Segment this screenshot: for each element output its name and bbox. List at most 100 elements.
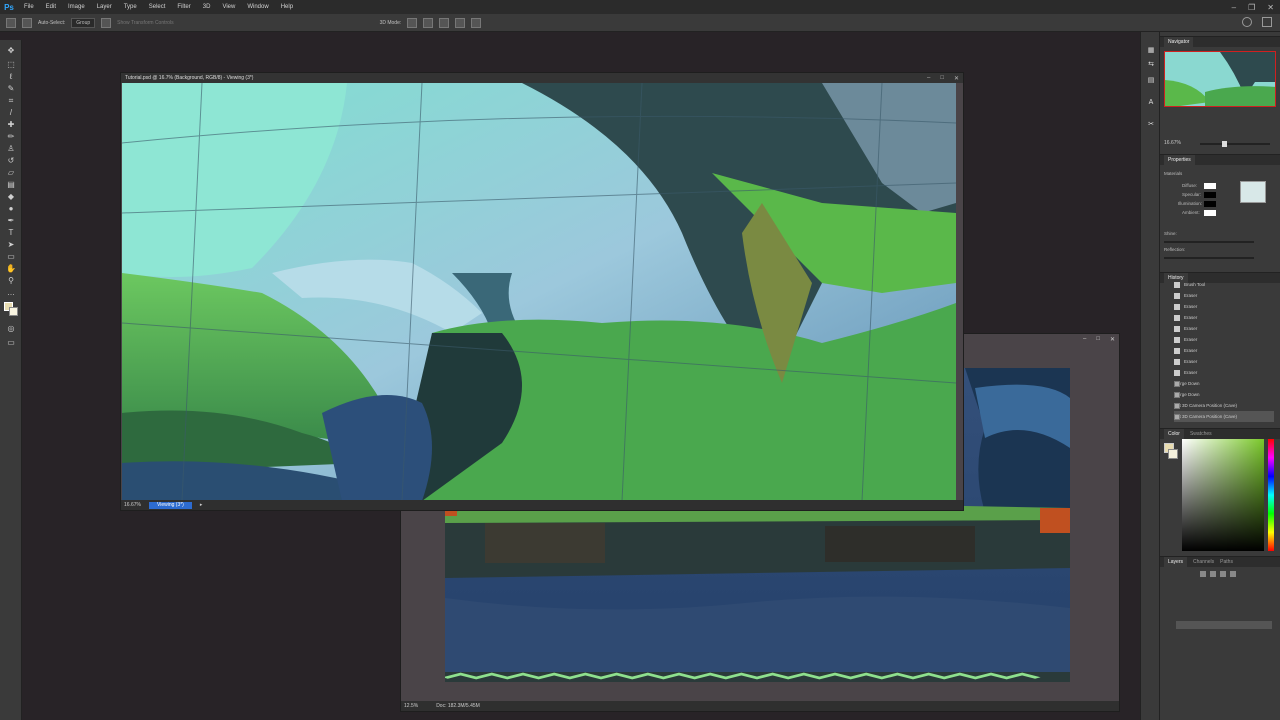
specular-swatch[interactable]	[1204, 192, 1216, 198]
history-item[interactable]: Merge Down	[1174, 378, 1274, 389]
3d-scale-icon[interactable]	[471, 17, 482, 28]
navigator-zoom-slider[interactable]	[1200, 141, 1270, 147]
doc2-zoom[interactable]: 12.5%	[404, 703, 418, 709]
lock-position-icon[interactable]	[1210, 571, 1216, 577]
pen-icon[interactable]: ✒	[5, 216, 17, 226]
close-icon[interactable]: ✕	[1267, 3, 1274, 12]
3d-roll-icon[interactable]	[423, 17, 434, 28]
navigator-thumbnail[interactable]	[1164, 51, 1276, 107]
history-item[interactable]: Brush Tool	[1174, 279, 1274, 290]
doc-maximize-icon[interactable]: □	[940, 75, 944, 81]
menu-select[interactable]: Select	[143, 4, 172, 10]
doc-close-icon[interactable]: ✕	[954, 75, 959, 82]
lock-all-icon[interactable]	[1230, 571, 1236, 577]
tab-properties[interactable]: Properties	[1164, 155, 1195, 165]
menu-help[interactable]: Help	[275, 4, 299, 10]
tab-channels[interactable]: Channels	[1193, 559, 1214, 565]
brush-icon[interactable]: ✏	[5, 132, 17, 142]
path-select-icon[interactable]: ➤	[5, 240, 17, 250]
properties-dock-icon[interactable]: ▦	[1146, 46, 1156, 56]
menu-filter[interactable]: Filter	[171, 4, 196, 10]
menu-3d[interactable]: 3D	[197, 4, 217, 10]
menu-image[interactable]: Image	[62, 4, 91, 10]
doc2-minimize-icon[interactable]: –	[1083, 336, 1086, 342]
type-icon[interactable]: T	[5, 228, 17, 238]
history-item-selected[interactable]: Set 3D Camera Position (Cave)	[1174, 411, 1274, 422]
tab-color[interactable]: Color	[1164, 429, 1184, 439]
menu-type[interactable]: Type	[118, 4, 143, 10]
history-item[interactable]: Eraser	[1174, 312, 1274, 323]
screen-mode-icon[interactable]: ▭	[5, 338, 17, 348]
lasso-icon[interactable]: ℓ	[5, 72, 17, 82]
history-item[interactable]: Eraser	[1174, 367, 1274, 378]
history-brush-icon[interactable]: ↺	[5, 156, 17, 166]
history-item[interactable]: Eraser	[1174, 334, 1274, 345]
minimize-icon[interactable]: –	[1232, 3, 1236, 12]
3d-pan-icon[interactable]	[439, 17, 450, 28]
doc-minimize-icon[interactable]: –	[927, 75, 930, 81]
actions-dock-icon[interactable]: ▤	[1146, 76, 1156, 86]
adjustments-dock-icon[interactable]: ⇆	[1146, 60, 1156, 70]
doc2-maximize-icon[interactable]: □	[1096, 336, 1100, 342]
clone-stamp-icon[interactable]: ♙	[5, 144, 17, 154]
doc-status-tab[interactable]: Viewing (3*)	[148, 501, 192, 509]
history-item[interactable]: Eraser	[1174, 301, 1274, 312]
restore-icon[interactable]: ❐	[1248, 3, 1255, 12]
main-canvas[interactable]	[122, 83, 956, 501]
history-item[interactable]: Eraser	[1174, 323, 1274, 334]
doc-status-arrow-icon[interactable]: ▸	[200, 502, 203, 508]
menu-file[interactable]: File	[18, 4, 40, 10]
hand-icon[interactable]: ✋	[5, 264, 17, 274]
shine-slider[interactable]	[1164, 241, 1254, 243]
move-tool-icon[interactable]	[6, 17, 16, 28]
blur-icon[interactable]: ◆	[5, 192, 17, 202]
marquee-icon[interactable]: ⬚	[5, 60, 17, 70]
eyedropper-icon[interactable]: /	[5, 108, 17, 118]
eraser-icon[interactable]: ▱	[5, 168, 17, 178]
character-dock-icon[interactable]: A	[1146, 98, 1156, 108]
search-icon[interactable]	[1242, 17, 1252, 27]
3d-rotate-icon[interactable]	[407, 17, 418, 28]
color-bg-swatch[interactable]	[1168, 449, 1178, 459]
navigator-zoom-knob[interactable]	[1222, 141, 1227, 147]
shape-icon[interactable]: ▭	[5, 252, 17, 262]
tab-navigator[interactable]: Navigator	[1164, 37, 1194, 47]
lock-artboard-icon[interactable]	[1220, 571, 1226, 577]
show-transform-checkbox[interactable]	[101, 17, 112, 28]
tab-swatches[interactable]: Swatches	[1190, 431, 1212, 437]
quick-mask-icon[interactable]: ◎	[5, 324, 17, 334]
tools-preset-dock-icon[interactable]: ✂	[1146, 120, 1156, 130]
workspace-icon[interactable]	[1262, 17, 1272, 27]
zoom-icon[interactable]: ⚲	[5, 276, 17, 286]
tab-layers[interactable]: Layers	[1164, 557, 1188, 567]
history-item[interactable]: Eraser	[1174, 356, 1274, 367]
menu-window[interactable]: Window	[241, 4, 274, 10]
color-picker-field[interactable]	[1182, 439, 1264, 551]
doc2-close-icon[interactable]: ✕	[1110, 336, 1115, 343]
reflection-slider[interactable]	[1164, 257, 1254, 259]
menu-layer[interactable]: Layer	[91, 4, 118, 10]
3d-slide-icon[interactable]	[455, 17, 466, 28]
doc-title-bar[interactable]: Tutorial.psd @ 16.7% (Background, RGB/8)…	[121, 73, 963, 83]
menu-edit[interactable]: Edit	[40, 4, 62, 10]
healing-icon[interactable]: ✚	[5, 120, 17, 130]
crop-icon[interactable]: ⌗	[5, 96, 17, 106]
quick-select-icon[interactable]: ✎	[5, 84, 17, 94]
hue-slider[interactable]	[1268, 439, 1274, 551]
history-item[interactable]: Eraser	[1174, 290, 1274, 301]
menu-view[interactable]: View	[216, 4, 241, 10]
move-icon[interactable]: ✥	[5, 46, 17, 56]
history-item[interactable]: Eraser	[1174, 345, 1274, 356]
lock-pixels-icon[interactable]	[1200, 571, 1206, 577]
history-item[interactable]: Merge Down	[1174, 389, 1274, 400]
diffuse-swatch[interactable]	[1204, 183, 1216, 189]
dodge-icon[interactable]: ●	[5, 204, 17, 214]
doc-zoom[interactable]: 16.67%	[124, 502, 141, 508]
illumination-swatch[interactable]	[1204, 201, 1216, 207]
history-item[interactable]: Set 3D Camera Position (Cave)	[1174, 400, 1274, 411]
document-window-main[interactable]: Tutorial.psd @ 16.7% (Background, RGB/8)…	[120, 72, 964, 511]
material-preview[interactable]	[1240, 181, 1266, 203]
gradient-icon[interactable]: ▤	[5, 180, 17, 190]
ambient-swatch[interactable]	[1204, 210, 1216, 216]
more-tools-icon[interactable]: …	[5, 288, 17, 298]
